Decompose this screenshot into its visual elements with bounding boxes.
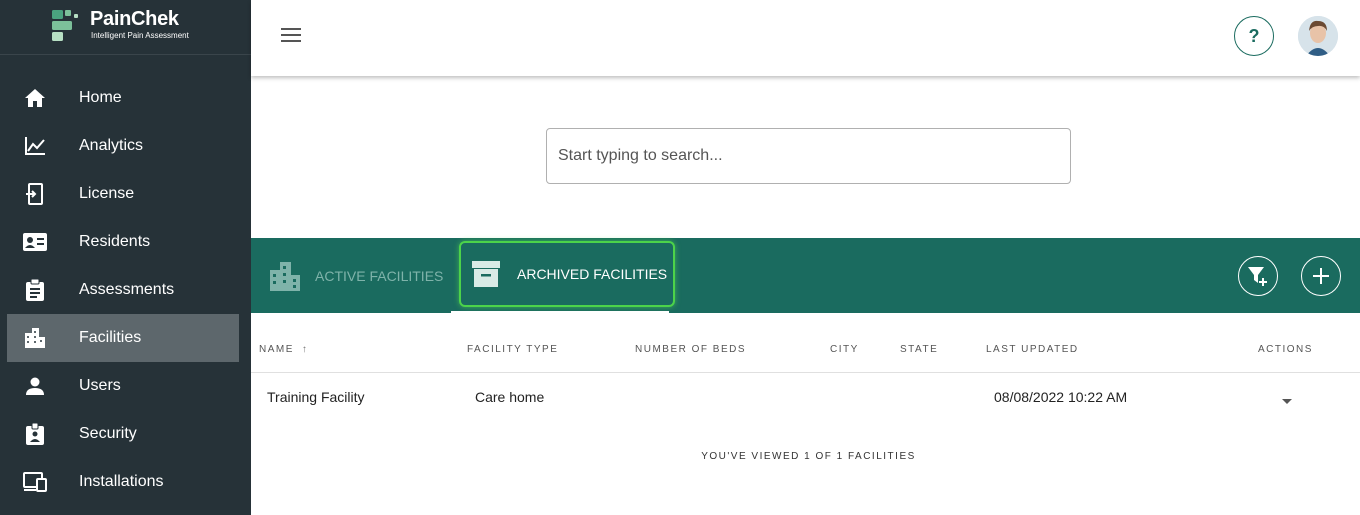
cell-name[interactable]: Training Facility [267, 389, 365, 405]
plus-icon [1313, 268, 1329, 284]
building-icon [23, 327, 47, 349]
filter-add-icon [1248, 267, 1267, 286]
results-count: YOU'VE VIEWED 1 OF 1 FACILITIES [701, 451, 916, 462]
column-header-last-updated[interactable]: LAST UPDATED [986, 344, 1079, 355]
help-button[interactable]: ? [1234, 16, 1274, 56]
sidebar-item-analytics[interactable]: Analytics [0, 122, 251, 170]
sidebar-item-label: Users [79, 377, 121, 394]
top-header: ? [251, 0, 1360, 76]
analytics-icon [23, 135, 47, 157]
brand-name: PainChek [90, 8, 179, 30]
tab-active-facilities[interactable]: ACTIVE FACILITIES [269, 238, 443, 313]
sidebar-item-facilities[interactable]: Facilities [7, 314, 239, 362]
tab-label: ACTIVE FACILITIES [315, 267, 444, 284]
sidebar-nav: Home Analytics License Residents Assessm… [0, 74, 251, 506]
tab-label: ARCHIVED FACILITIES [517, 266, 668, 282]
sidebar-item-residents[interactable]: Residents [0, 218, 251, 266]
tab-archived-facilities[interactable]: ARCHIVED FACILITIES [459, 241, 675, 307]
add-filter-button[interactable] [1238, 256, 1278, 296]
sidebar-item-label: Home [79, 89, 122, 106]
caret-down-icon [1282, 399, 1292, 404]
building-icon [270, 261, 300, 291]
column-header-facility-type[interactable]: FACILITY TYPE [467, 344, 558, 355]
table-row[interactable]: Training Facility Care home 08/08/2022 1… [251, 373, 1360, 421]
brand-logo[interactable]: PainChek Intelligent Pain Assessment [0, 0, 251, 55]
license-icon [23, 183, 47, 205]
sidebar-item-label: Residents [79, 233, 151, 250]
column-header-name[interactable]: NAME ↑ [259, 344, 308, 355]
sidebar-item-home[interactable]: Home [0, 74, 251, 122]
search-input[interactable] [547, 129, 1070, 183]
avatar[interactable] [1298, 16, 1338, 56]
search-field[interactable] [546, 128, 1071, 184]
cell-facility-type: Care home [475, 389, 545, 405]
table-header: NAME ↑ FACILITY TYPE NUMBER OF BEDS CITY … [251, 313, 1360, 373]
sidebar-item-license[interactable]: License [0, 170, 251, 218]
facility-tabbar: ACTIVE FACILITIES ARCHIVED FACILITIES [251, 238, 1360, 313]
badge-icon [23, 423, 47, 445]
id-card-icon [23, 231, 47, 253]
painchek-logo-icon [52, 10, 78, 41]
sidebar-item-assessments[interactable]: Assessments [0, 266, 251, 314]
brand-tagline: Intelligent Pain Assessment [91, 31, 189, 40]
add-facility-button[interactable] [1301, 256, 1341, 296]
devices-icon [23, 471, 47, 493]
sidebar-item-label: Security [79, 425, 137, 442]
sidebar-item-label: Assessments [79, 281, 175, 298]
sidebar-item-installations[interactable]: Installations [0, 458, 251, 506]
sidebar: PainChek Intelligent Pain Assessment Hom… [0, 0, 251, 515]
hamburger-menu-icon[interactable] [281, 28, 301, 44]
sort-arrow-up-icon: ↑ [301, 344, 309, 355]
sidebar-item-label: Facilities [79, 329, 142, 346]
user-icon [23, 375, 47, 397]
clipboard-icon [23, 279, 47, 301]
sidebar-item-users[interactable]: Users [0, 362, 251, 410]
user-avatar-icon [1298, 16, 1338, 56]
sidebar-item-label: Analytics [79, 137, 144, 154]
cell-last-updated: 08/08/2022 10:22 AM [994, 389, 1128, 405]
home-icon [23, 87, 47, 109]
column-header-number-of-beds[interactable]: NUMBER OF BEDS [635, 344, 746, 355]
column-header-label: NAME [259, 344, 294, 355]
column-header-actions: ACTIONS [1258, 344, 1313, 355]
column-header-state[interactable]: STATE [900, 344, 938, 355]
sidebar-item-security[interactable]: Security [0, 410, 251, 458]
sidebar-item-label: License [79, 185, 135, 202]
column-header-city[interactable]: CITY [830, 344, 859, 355]
archive-box-icon [472, 261, 500, 287]
sidebar-item-label: Installations [79, 473, 164, 490]
row-actions-dropdown[interactable] [1281, 393, 1293, 404]
